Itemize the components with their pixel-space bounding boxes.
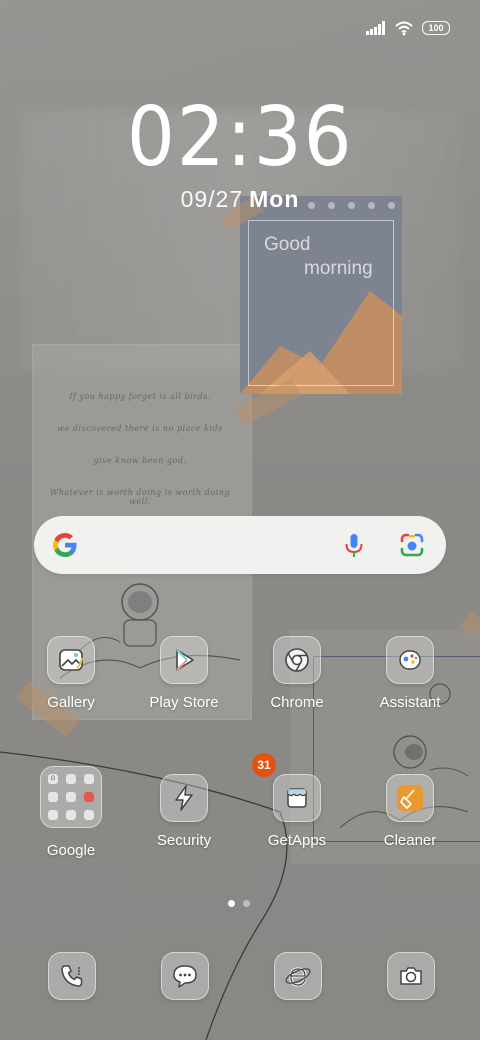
wifi-icon <box>395 21 413 36</box>
app-chrome[interactable]: Chrome <box>247 636 347 711</box>
battery-icon: 100 <box>422 21 450 35</box>
poster-text: morning <box>304 258 373 279</box>
security-icon <box>160 774 208 822</box>
app-assistant[interactable]: Assistant <box>360 636 460 711</box>
date-text: 09/27 <box>180 186 244 212</box>
clock-time[interactable]: 02:36 <box>0 90 480 185</box>
app-getapps[interactable]: 31 GetApps <box>247 753 347 849</box>
notification-badge: 31 <box>252 753 276 777</box>
app-gallery[interactable]: Gallery <box>21 636 121 711</box>
page-dot-active <box>228 900 235 907</box>
note-line: give know been god. <box>93 456 187 465</box>
app-label: Security <box>156 832 212 849</box>
page-dot <box>243 900 250 907</box>
wallpaper-poster: Good morning <box>240 196 402 394</box>
day-text: Mon <box>249 186 300 212</box>
google-search-bar[interactable] <box>34 516 446 574</box>
mic-icon[interactable] <box>340 531 368 559</box>
google-folder-icon: G <box>40 766 102 828</box>
app-label: Play Store <box>149 694 219 711</box>
app-cleaner[interactable]: Cleaner <box>360 774 460 849</box>
app-security[interactable]: Security <box>134 774 234 849</box>
app-play-store[interactable]: Play Store <box>134 636 234 711</box>
messages-icon[interactable] <box>161 952 209 1000</box>
app-label: Google <box>46 842 96 859</box>
app-label: Chrome <box>270 694 324 711</box>
app-google-folder[interactable]: G Google <box>21 766 121 859</box>
gallery-icon <box>47 636 95 684</box>
cleaner-icon <box>386 774 434 822</box>
camera-icon[interactable] <box>387 952 435 1000</box>
lens-icon[interactable] <box>398 531 426 559</box>
poster-text: Good <box>264 234 311 255</box>
phone-icon[interactable] <box>48 952 96 1000</box>
signal-icon <box>366 21 385 35</box>
note-line: If you happy forget is all birds. <box>69 392 211 401</box>
status-bar: 100 <box>366 18 450 38</box>
assistant-icon <box>386 636 434 684</box>
browser-icon[interactable] <box>274 952 322 1000</box>
chrome-icon <box>273 636 321 684</box>
play-store-icon <box>160 636 208 684</box>
app-label: GetApps <box>267 832 327 849</box>
clock-date[interactable]: 09/27 Mon <box>0 186 480 213</box>
app-label: Gallery <box>47 694 95 711</box>
google-logo-icon <box>53 533 77 557</box>
app-label: Cleaner <box>383 832 437 849</box>
note-line: Whatever is worth doing is worth doing w… <box>49 488 230 506</box>
app-label: Assistant <box>379 694 441 711</box>
page-indicator <box>228 900 250 907</box>
note-line: we discovered there is no place kids <box>57 424 223 433</box>
getapps-icon: 31 <box>252 753 321 822</box>
